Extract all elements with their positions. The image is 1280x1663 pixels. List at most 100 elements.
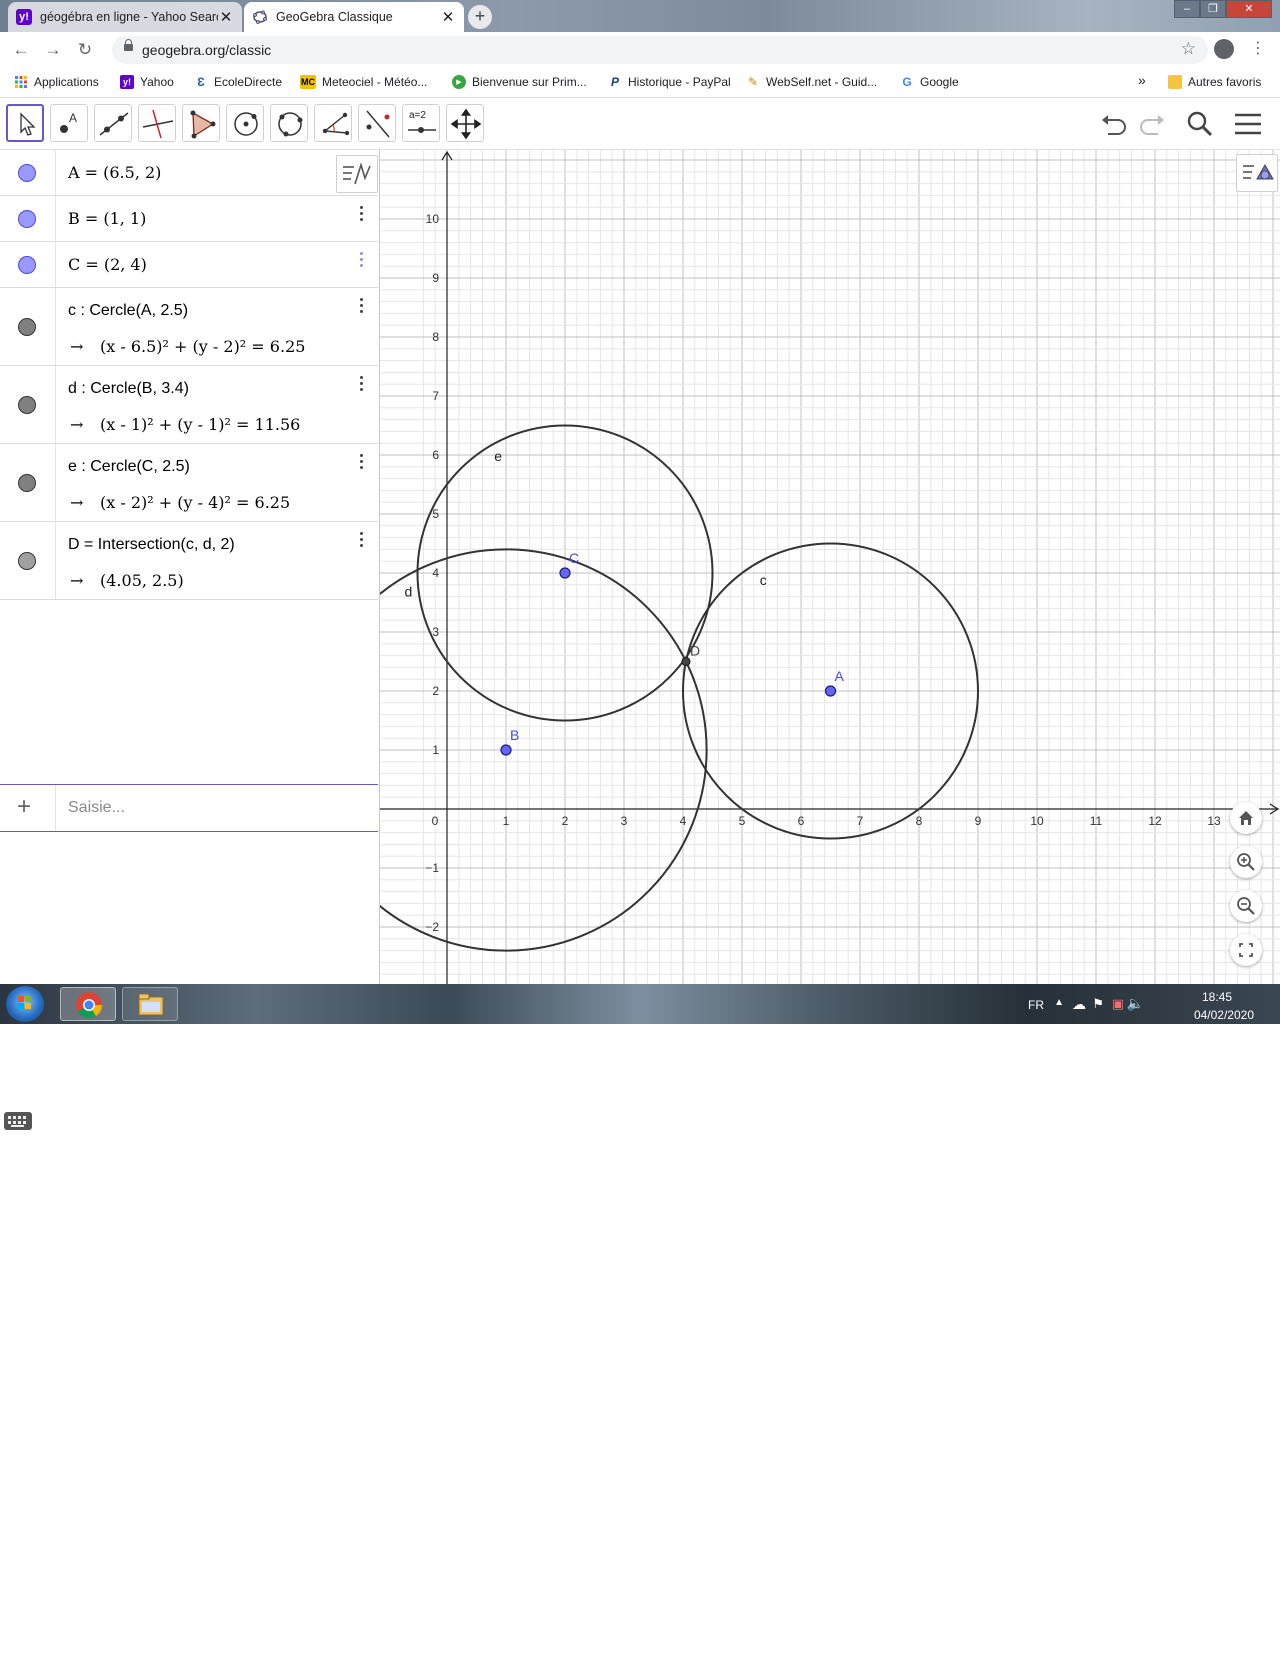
profile-avatar[interactable] [1214, 39, 1234, 59]
clock-date[interactable]: 04/02/2020 [1194, 1008, 1254, 1022]
algebra-row[interactable]: B = (1, 1) [0, 196, 378, 242]
visibility-toggle-icon[interactable] [18, 396, 36, 414]
reload-button[interactable]: ↻ [74, 39, 96, 61]
algebra-row[interactable]: C = (2, 4) [0, 242, 378, 288]
algebra-row[interactable]: D = Intersection(c, d, 2) → (4.05, 2.5) [0, 522, 378, 600]
more-bookmarks-button[interactable]: » [1138, 72, 1146, 88]
bookmark-meteociel[interactable]: MC Meteociel - Météo... [300, 75, 427, 89]
start-button[interactable] [6, 986, 44, 1022]
bookmark-paypal[interactable]: P Historique - PayPal [608, 75, 731, 89]
visibility-toggle-icon[interactable] [18, 474, 36, 492]
perpendicular-tool[interactable] [138, 104, 176, 142]
point-tool[interactable]: A [50, 104, 88, 142]
browser-tab-geogebra[interactable]: GeoGebra Classique ✕ [244, 2, 464, 32]
taskbar-chrome[interactable] [60, 987, 116, 1021]
volume-icon[interactable]: 🔈 [1127, 995, 1144, 1012]
fullscreen-button[interactable] [1230, 934, 1262, 966]
row-menu-icon[interactable] [360, 298, 364, 316]
line-tool[interactable] [94, 104, 132, 142]
clock-time[interactable]: 18:45 [1202, 990, 1232, 1004]
row-menu-icon[interactable] [360, 252, 364, 270]
close-tab-icon[interactable]: ✕ [440, 8, 456, 26]
bookmark-google[interactable]: G Google [900, 75, 958, 89]
algebra-definition[interactable]: B = (1, 1) [68, 209, 146, 228]
bookmark-webself[interactable]: ✎ WebSelf.net - Guid... [746, 75, 877, 89]
network-icon[interactable]: ▣ [1112, 996, 1124, 1012]
row-menu-icon[interactable] [360, 532, 364, 550]
browser-tab-yahoo[interactable]: y! géogébra en ligne - Yahoo Searc ✕ [8, 2, 242, 32]
visibility-toggle-icon[interactable] [18, 256, 36, 274]
bookmark-applications[interactable]: Applications [14, 75, 99, 89]
visibility-marker[interactable] [0, 242, 56, 287]
visibility-marker[interactable] [0, 366, 56, 443]
back-button[interactable]: ← [10, 39, 32, 61]
graphics-style-bar-button[interactable] [1236, 154, 1278, 192]
circle-center-point-tool[interactable] [226, 104, 264, 142]
visibility-marker[interactable] [0, 288, 56, 365]
row-menu-icon[interactable] [360, 454, 364, 472]
angle-tool[interactable] [314, 104, 352, 142]
close-tab-icon[interactable]: ✕ [218, 8, 234, 26]
close-window-button[interactable]: ✕ [1226, 0, 1272, 18]
add-icon[interactable]: + [17, 793, 31, 821]
algebra-definition[interactable]: d : Cercle(B, 3.4) [68, 380, 189, 398]
language-indicator[interactable]: FR [1028, 998, 1044, 1012]
visibility-toggle-icon[interactable] [18, 210, 36, 228]
standard-view-button[interactable] [1230, 802, 1262, 834]
algebra-definition[interactable]: A = (6.5, 2) [68, 163, 161, 182]
new-tab-button[interactable]: + [468, 5, 492, 29]
bookmark-star-icon[interactable]: ☆ [1181, 39, 1196, 59]
forward-button[interactable]: → [42, 39, 64, 61]
minimize-window-button[interactable]: ‒ [1174, 0, 1200, 18]
graphics-canvas[interactable]: 0 1 2 3 4 5 6 7 8 9 10 11 12 1310987654321−1−2cdeABCD [304, 150, 1280, 984]
undo-icon [1102, 115, 1126, 135]
algebra-definition[interactable]: e : Cercle(C, 2.5) [68, 458, 190, 476]
algebra-definition[interactable]: c : Cercle(A, 2.5) [68, 302, 188, 320]
algebra-input-field[interactable]: Saisie... [68, 799, 125, 817]
move-graphics-tool[interactable] [446, 104, 484, 142]
undo-button[interactable] [1098, 108, 1130, 140]
bookmark-yahoo[interactable]: y! Yahoo [120, 75, 174, 89]
circle-three-points-tool[interactable] [270, 104, 308, 142]
visibility-marker[interactable] [0, 196, 56, 241]
bookmark-ecoledirecte[interactable]: Ɛ EcoleDirecte [194, 75, 282, 89]
row-menu-icon[interactable] [360, 376, 364, 394]
zoom-in-button[interactable] [1230, 846, 1262, 878]
omnibox[interactable]: geogebra.org/classic ☆ [112, 36, 1208, 64]
taskbar-explorer[interactable] [122, 987, 178, 1021]
browser-menu-icon[interactable]: ⋮ [1250, 38, 1266, 58]
visibility-toggle-icon[interactable] [18, 552, 36, 570]
algebra-row[interactable]: e : Cercle(C, 2.5) → (x - 2)² + (y - 4)² =… [0, 444, 378, 522]
flag-icon[interactable]: ⚑ [1092, 996, 1104, 1012]
search-icon [1187, 111, 1213, 137]
slider-tool[interactable]: a=2 [402, 104, 440, 142]
main-menu-button[interactable] [1232, 108, 1264, 140]
redo-button[interactable] [1136, 108, 1168, 140]
algebra-definition[interactable]: D = Intersection(c, d, 2) [68, 536, 235, 554]
algebra-style-bar-button[interactable] [336, 155, 378, 193]
url-text[interactable]: geogebra.org/classic [142, 42, 271, 58]
show-hidden-icons[interactable]: ▲ [1054, 997, 1064, 1008]
zoom-out-button[interactable] [1230, 890, 1262, 922]
cloud-icon[interactable]: ☁ [1072, 996, 1086, 1013]
row-menu-icon[interactable] [360, 206, 364, 224]
visibility-marker[interactable] [0, 150, 56, 195]
algebra-row[interactable]: c : Cercle(A, 2.5) → (x - 6.5)² + (y - 2)²… [0, 288, 378, 366]
bookmark-primaire[interactable]: ▶ Bienvenue sur Prim... [452, 75, 587, 89]
other-bookmarks-folder[interactable]: Autres favoris [1168, 75, 1261, 89]
graphics-view[interactable]: 0 1 2 3 4 5 6 7 8 9 10 11 12 13 10 9 8 7 6 5 4 3 2 1 −1 −2 c d e A B C D [304, 150, 1280, 984]
algebra-row[interactable]: d : Cercle(B, 3.4) → (x - 1)² + (y - 1)² =… [0, 366, 378, 444]
visibility-marker[interactable] [0, 522, 56, 599]
polygon-tool[interactable] [182, 104, 220, 142]
algebra-input-row[interactable]: + Saisie... [0, 784, 378, 832]
visibility-marker[interactable] [0, 444, 56, 521]
reflect-tool[interactable] [358, 104, 396, 142]
algebra-definition[interactable]: C = (2, 4) [68, 255, 147, 274]
algebra-row[interactable]: A = (6.5, 2) [0, 150, 378, 196]
keyboard-toggle-button[interactable] [4, 1112, 32, 1130]
visibility-toggle-icon[interactable] [18, 164, 36, 182]
visibility-toggle-icon[interactable] [18, 318, 36, 336]
move-tool[interactable] [6, 104, 44, 142]
restore-window-button[interactable]: ❐ [1200, 0, 1226, 18]
search-button[interactable] [1184, 108, 1216, 140]
